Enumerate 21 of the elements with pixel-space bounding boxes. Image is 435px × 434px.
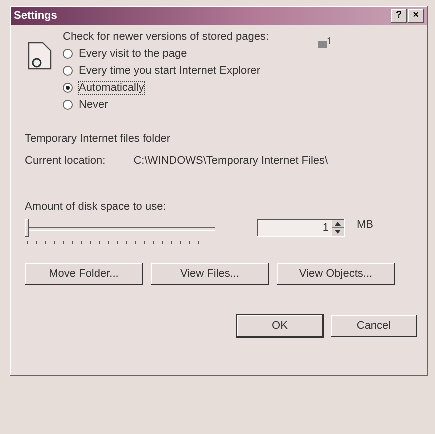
- disk-space-slider[interactable]: [25, 219, 215, 247]
- spin-arrows-icon[interactable]: [332, 220, 344, 236]
- folder-button[interactable]: Move Folder...: [25, 263, 143, 285]
- radio-option[interactable]: Never: [63, 99, 270, 111]
- window-title: Settings: [14, 10, 58, 22]
- folder-button[interactable]: View Files...: [151, 263, 269, 285]
- radio-option[interactable]: Every time you start Internet Explorer: [63, 65, 270, 77]
- location-label: Current location:: [25, 155, 106, 167]
- disk-space-label: Amount of disk space to use:: [25, 201, 168, 213]
- dialog-button[interactable]: OK: [237, 315, 323, 337]
- folder-heading: Temporary Internet files folder: [25, 133, 172, 145]
- unit-label: MB: [357, 219, 374, 231]
- radio-option[interactable]: Automatically: [63, 82, 270, 94]
- location-path: C:\WINDOWS\Temporary Internet Files\: [134, 155, 328, 167]
- close-button[interactable]: ×: [408, 9, 424, 23]
- check-label: Check for newer versions of stored pages:: [63, 31, 270, 43]
- folder-button[interactable]: View Objects...: [277, 263, 395, 285]
- radio-option[interactable]: Every visit to the page: [63, 48, 270, 60]
- dialog-button[interactable]: Cancel: [331, 315, 417, 337]
- help-button[interactable]: ?: [391, 9, 407, 23]
- size-spinbox[interactable]: 1: [257, 219, 345, 237]
